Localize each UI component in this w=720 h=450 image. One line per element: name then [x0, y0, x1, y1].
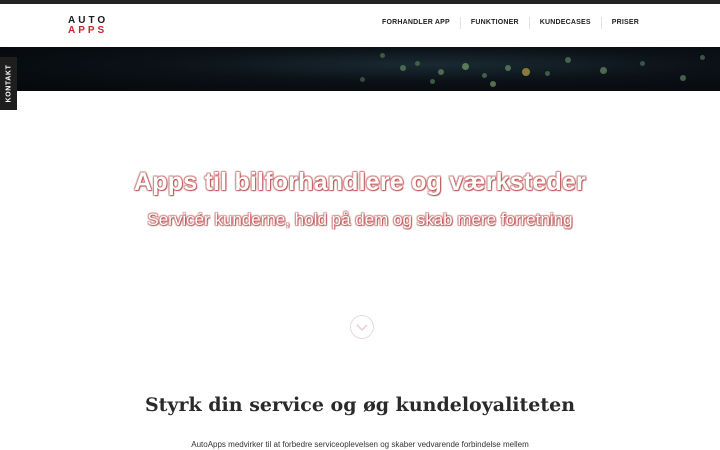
hero-title: Apps til bilforhandlere og værksteder [134, 168, 586, 196]
main-nav: FORHANDLER APP FUNKTIONER KUNDECASES PRI… [372, 17, 649, 29]
chevron-down-icon [356, 324, 368, 332]
section-title: Styrk din service og øg kundeloyaliteten [144, 394, 576, 416]
nav-item-forhandler-app[interactable]: FORHANDLER APP [372, 17, 460, 29]
nav-item-funktioner[interactable]: FUNKTIONER [459, 17, 529, 29]
scroll-down-button[interactable] [350, 315, 374, 339]
contact-tab-label: KONTAKT [5, 64, 12, 103]
autoapps-logo[interactable]: AUTO APPS [68, 16, 108, 36]
nav-item-kundecases[interactable]: KUNDECASES [528, 17, 601, 29]
contact-side-tab[interactable]: KONTAKT [0, 57, 17, 110]
section-intro-text: AutoApps medvirker til at forbedre servi… [191, 440, 529, 449]
site-header: AUTO APPS FORHANDLER APP FUNKTIONER KUND… [0, 4, 720, 47]
hero-subtitle: Servicér kunderne, hold på dem og skab m… [147, 210, 573, 229]
nav-item-priser[interactable]: PRISER [600, 17, 649, 29]
logo-line-apps: APPS [68, 25, 108, 36]
hero-banner-image [0, 47, 720, 91]
